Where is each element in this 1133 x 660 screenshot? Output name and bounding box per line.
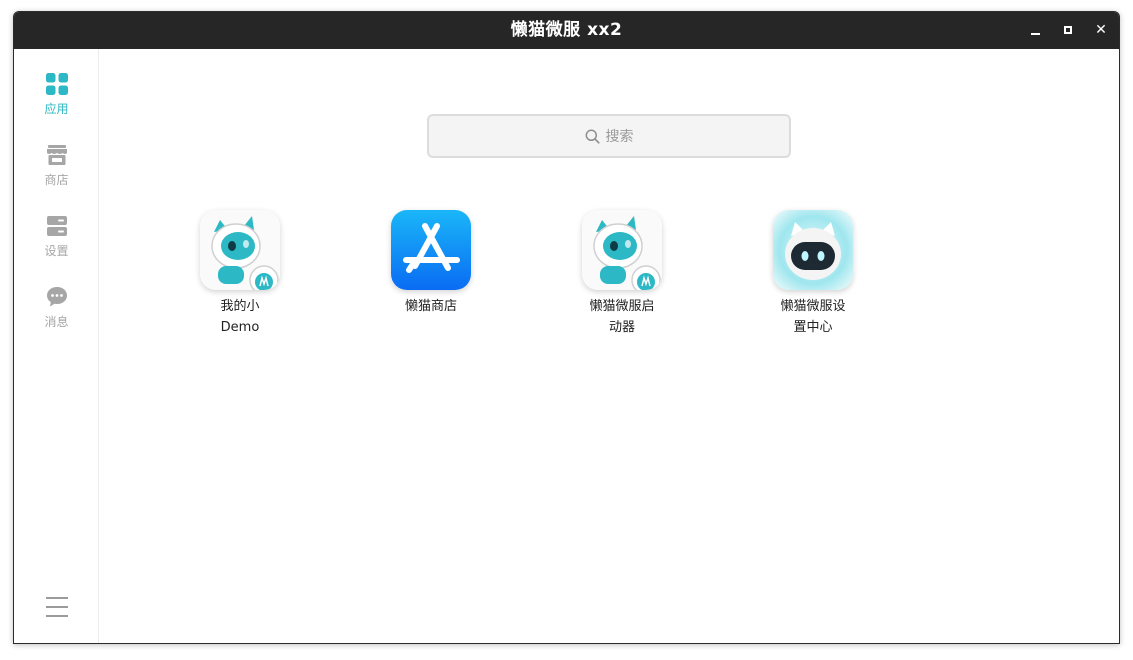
sidebar-item-settings[interactable]: 设置 [14, 215, 99, 271]
sidebar-item-apps[interactable]: 应用 [14, 73, 99, 129]
maximize-icon [1064, 26, 1072, 34]
search-icon [585, 129, 600, 144]
title-bar[interactable]: 懒猫微服 xx2 ✕ [14, 12, 1119, 49]
app-name: 懒猫商店 [404, 299, 457, 314]
app-tile-lazycat-settings-center[interactable]: 懒猫微服设 置中心 [753, 210, 873, 338]
app-store-icon [391, 210, 471, 290]
store-icon [46, 145, 67, 165]
minimize-button[interactable] [1026, 21, 1044, 39]
minimize-icon [1030, 33, 1040, 35]
sidebar-item-store[interactable]: 商店 [14, 144, 99, 200]
search-input[interactable]: 搜索 [427, 114, 791, 158]
app-name: 懒猫微服设 置中心 [780, 299, 846, 335]
close-icon: ✕ [1095, 22, 1107, 38]
app-tile-lazycat-store[interactable]: 懒猫商店 [371, 210, 491, 317]
sidebar-item-label: 应用 [44, 102, 69, 116]
menu-button[interactable] [46, 597, 68, 617]
sidebar-item-label: 商店 [44, 173, 69, 187]
maximize-button[interactable] [1059, 21, 1077, 39]
settings-icon [46, 216, 67, 236]
app-name: 我的小 Demo [220, 299, 260, 335]
main-content: 搜索 我的小 Demo 懒猫商店 懒猫微服启 动器 懒猫微服设 置中心 [100, 49, 1119, 643]
sidebar-item-label: 消息 [44, 315, 69, 329]
robot-cat-icon [773, 210, 853, 290]
app-name: 懒猫微服启 动器 [589, 299, 655, 335]
sidebar-item-messages[interactable]: 消息 [14, 286, 99, 342]
search-placeholder: 搜索 [605, 129, 634, 145]
menu-icon [46, 597, 68, 599]
cat-astronaut-icon [200, 210, 280, 290]
window-title: 懒猫微服 xx2 [510, 20, 623, 40]
sidebar: 应用 商店 设置 消息 [14, 49, 99, 643]
app-tile-my-demo[interactable]: 我的小 Demo [180, 210, 300, 338]
cat-astronaut-icon [582, 210, 662, 290]
close-button[interactable]: ✕ [1092, 21, 1110, 39]
apps-grid-icon [45, 73, 68, 95]
app-window: 懒猫微服 xx2 ✕ 应用 商店 设置 消息 搜索 我的小 Demo 懒猫商店 … [13, 11, 1120, 644]
sidebar-item-label: 设置 [44, 244, 69, 258]
message-icon [46, 287, 67, 307]
app-tile-lazycat-launcher[interactable]: 懒猫微服启 动器 [562, 210, 682, 338]
